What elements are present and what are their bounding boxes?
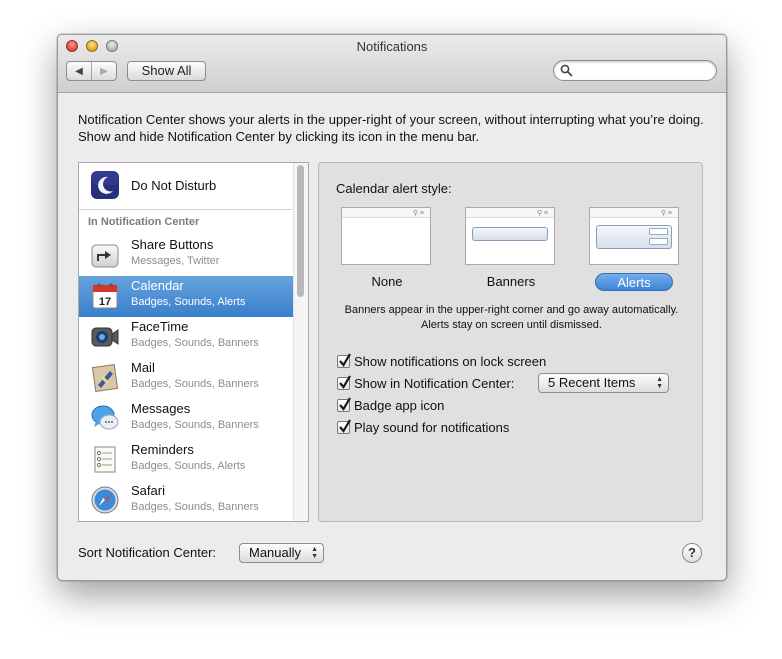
checkbox-play-sound[interactable]: Play sound for notifications [337, 418, 509, 436]
list-item-do-not-disturb[interactable]: Do Not Disturb [79, 163, 294, 210]
updown-icon: ▲ ▼ [656, 376, 663, 390]
window-title: Notifications [356, 39, 428, 54]
popup-value: 5 Recent Items [548, 375, 636, 390]
checkmark-icon [339, 418, 351, 433]
list-item-label: Safari [131, 483, 165, 498]
menubar-icons: ⚲ ≡ [412, 210, 424, 217]
help-button[interactable]: ? [682, 543, 702, 563]
preferences-window: Notifications ◀ ▶ Show All Notification … [57, 34, 727, 581]
style-help-text: Banners appear in the upper-right corner… [344, 304, 679, 331]
updown-icon: ▲ ▼ [311, 546, 318, 560]
forward-button[interactable]: ▶ [92, 62, 116, 80]
recent-items-popup[interactable]: 5 Recent Items ▲ ▼ [538, 373, 669, 393]
calendar-icon: 17 [92, 283, 118, 309]
alert-style-banners[interactable]: ⚲ ≡ Banners [465, 207, 557, 291]
style-preview-alerts: ⚲ ≡ [589, 207, 679, 265]
checkbox-lock-screen[interactable]: Show notifications on lock screen [337, 352, 546, 370]
scroll-thumb[interactable] [297, 165, 304, 297]
checkbox-label: Badge app icon [354, 397, 445, 413]
list-item-sublabel: Badges, Sounds, Alerts [131, 460, 246, 472]
checkmark-icon [339, 352, 351, 367]
checkbox[interactable] [337, 396, 351, 412]
safari-icon [91, 486, 119, 514]
section-header: In Notification Center [88, 216, 200, 228]
list-item-calendar[interactable]: 17 Calendar Badges, Sounds, Alerts [79, 276, 294, 317]
checkbox-badge-app-icon[interactable]: Badge app icon [337, 396, 444, 414]
list-item-safari[interactable]: Safari Badges, Sounds, Banners [79, 481, 294, 521]
alert-style-alerts[interactable]: ⚲ ≡ Alerts [589, 207, 681, 291]
sort-popup[interactable]: Manually ▲ ▼ [239, 543, 324, 563]
list-item-reminders[interactable]: Reminders Badges, Sounds, Alerts [79, 440, 294, 481]
list-item-facetime[interactable]: FaceTime Badges, Sounds, Banners [79, 317, 294, 358]
search-icon [560, 64, 573, 77]
share-icon [91, 244, 119, 268]
checkbox-label: Show notifications on lock screen [354, 353, 547, 369]
title-bar: Notifications ◀ ▶ Show All [58, 35, 726, 93]
checkbox[interactable] [337, 352, 351, 368]
intro-text: Notification Center shows your alerts in… [78, 112, 704, 144]
show-all-button[interactable]: Show All [127, 61, 206, 81]
menubar-icons: ⚲ ≡ [536, 210, 548, 217]
checkbox[interactable] [337, 418, 351, 434]
mail-icon [91, 364, 119, 392]
list-item-label: Share Buttons [131, 237, 214, 252]
sort-label: Sort Notification Center: [78, 545, 217, 560]
list-item-sublabel: Badges, Sounds, Banners [131, 419, 259, 431]
list-item-label: Messages [131, 401, 191, 416]
list-item-sublabel: Badges, Sounds, Banners [131, 378, 259, 390]
checkbox-label: Play sound for notifications [354, 419, 510, 435]
style-preview-none: ⚲ ≡ [341, 207, 431, 265]
messages-icon [91, 405, 119, 430]
alert-style-label: Calendar alert style: [336, 181, 452, 196]
popup-value: Manually [249, 545, 302, 560]
style-label: Banners [486, 274, 536, 289]
checkbox-label: Show in Notification Center: [354, 375, 515, 391]
list-item-share-buttons[interactable]: Share Buttons Messages, Twitter [79, 235, 294, 276]
style-label-selected: Alerts [595, 273, 673, 291]
checkmark-icon [339, 396, 351, 411]
list-item-label: Mail [131, 360, 155, 375]
alert-style-none[interactable]: ⚲ ≡ None [341, 207, 433, 291]
list-item-sublabel: Badges, Sounds, Banners [131, 337, 259, 349]
back-button[interactable]: ◀ [67, 62, 92, 80]
list-item-sublabel: Messages, Twitter [131, 255, 220, 267]
list-item-label: Calendar [131, 278, 184, 293]
detail-panel: Calendar alert style: ⚲ ≡ None ⚲ ≡ Banne… [318, 162, 703, 522]
calendar-day: 17 [99, 296, 111, 308]
list-item-label: Do Not Disturb [131, 178, 217, 193]
list-item-label: FaceTime [131, 319, 189, 334]
list-scrollbar[interactable] [293, 163, 308, 521]
moon-icon [91, 171, 119, 199]
list-item-mail[interactable]: Mail Badges, Sounds, Banners [79, 358, 294, 399]
back-forward-control: ◀ ▶ [66, 61, 117, 81]
list-item-messages[interactable]: Messages Badges, Sounds, Banners [79, 399, 294, 440]
app-list[interactable]: Do Not Disturb In Notification Center Sh… [78, 162, 309, 522]
style-preview-banners: ⚲ ≡ [465, 207, 555, 265]
checkbox-show-in-nc[interactable]: Show in Notification Center: [337, 374, 514, 392]
checkbox[interactable] [337, 374, 351, 390]
facetime-icon [91, 327, 119, 347]
search-field[interactable] [553, 60, 717, 81]
style-label: None [371, 274, 403, 289]
list-item-sublabel: Badges, Sounds, Alerts [131, 296, 246, 308]
checkmark-icon [339, 374, 351, 389]
list-item-sublabel: Badges, Sounds, Banners [131, 501, 259, 513]
list-item-label: Reminders [131, 442, 194, 457]
reminders-icon [94, 446, 116, 473]
menubar-icons: ⚲ ≡ [660, 210, 672, 217]
